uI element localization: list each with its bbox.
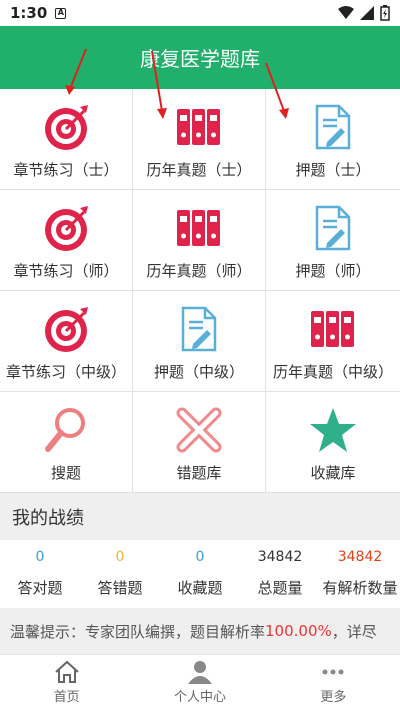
stat-label: 答对题 <box>17 578 63 597</box>
stat-label: 总题量 <box>257 578 303 597</box>
target-icon <box>42 305 90 353</box>
stat-value: 34842 <box>257 548 303 565</box>
tile-label: 历年真题（师） <box>146 262 252 280</box>
stats-section-title: 我的战绩 <box>0 493 400 540</box>
target-icon <box>42 103 90 151</box>
tip-banner: 温馨提示：专家团队编撰，题目解析率 100.00% ，详尽 <box>0 608 400 654</box>
notification-icon: A <box>55 7 67 19</box>
tile-chapter-practice-shi2[interactable]: 章节练习（师） <box>0 190 133 291</box>
feature-grid: 章节练习（士） 历年真题（士） 押题（士） 章节练习（师） 历年真题（师） 押题… <box>0 48 400 493</box>
tab-home[interactable]: 首页 <box>0 655 133 710</box>
stat-value: 0 <box>195 548 205 565</box>
tile-predicted-shi2[interactable]: 押题（师） <box>266 190 400 291</box>
tile-label: 章节练习（中级） <box>5 363 126 381</box>
tip-percent: 100.00% <box>265 622 332 640</box>
target-icon <box>42 204 90 252</box>
stat-label: 有解析数量 <box>322 578 398 597</box>
page-title: 康复医学题库 <box>140 47 260 71</box>
tile-label: 历年真题（士） <box>146 161 252 179</box>
stats-title-text: 我的战绩 <box>12 507 84 529</box>
tile-chapter-practice-intermediate[interactable]: 章节练习（中级） <box>0 291 133 392</box>
star-icon <box>309 406 357 454</box>
tip-prefix: 温馨提示：专家团队编撰，题目解析率 <box>10 622 266 641</box>
battery-icon <box>380 5 390 21</box>
stat-total[interactable]: 34842 总题量 <box>240 540 320 606</box>
tab-label: 首页 <box>53 690 80 705</box>
tile-wrong-questions[interactable]: 错题库 <box>133 392 266 493</box>
tile-label: 错题库 <box>176 464 222 482</box>
binders-icon <box>176 204 222 252</box>
home-icon <box>54 660 79 683</box>
stat-value: 0 <box>35 548 45 565</box>
document-icon <box>315 204 351 252</box>
document-icon <box>315 103 351 151</box>
stat-wrong[interactable]: 0 答错题 <box>80 540 160 606</box>
tab-profile[interactable]: 个人中心 <box>133 655 266 710</box>
tile-chapter-practice-shi[interactable]: 章节练习（士） <box>0 89 133 190</box>
signal-icon <box>360 6 374 20</box>
search-icon <box>44 406 88 454</box>
tile-label: 历年真题（中级） <box>272 363 393 381</box>
stat-label: 答错题 <box>97 578 143 597</box>
tile-label: 章节练习（师） <box>13 262 119 280</box>
binders-icon <box>310 305 356 353</box>
stat-correct[interactable]: 0 答对题 <box>0 540 80 606</box>
tile-label: 押题（中级） <box>153 363 244 381</box>
tab-label: 更多 <box>320 690 347 705</box>
tile-search[interactable]: 搜题 <box>0 392 133 493</box>
tile-past-exams-intermediate[interactable]: 历年真题（中级） <box>266 291 400 392</box>
tile-favorites[interactable]: 收藏库 <box>266 392 400 493</box>
stat-value: 34842 <box>337 548 383 565</box>
more-icon <box>322 669 344 675</box>
binders-icon <box>176 103 222 151</box>
app-header: 康复医学题库 <box>0 26 400 89</box>
tile-past-exams-shi2[interactable]: 历年真题（师） <box>133 190 266 291</box>
stat-value: 0 <box>115 548 125 565</box>
tile-label: 搜题 <box>50 464 81 482</box>
tile-predicted-shi[interactable]: 押题（士） <box>266 89 400 190</box>
bottom-tab-bar: 首页 个人中心 更多 <box>0 654 400 710</box>
stat-favorited[interactable]: 0 收藏题 <box>160 540 240 606</box>
stats-row: 0 答对题 0 答错题 0 收藏题 34842 总题量 34842 有解析数量 <box>0 540 400 606</box>
tile-label: 押题（师） <box>295 262 371 280</box>
status-bar: 1:30 A <box>0 0 400 26</box>
tile-label: 章节练习（士） <box>13 161 119 179</box>
tip-suffix: ，详尽 <box>331 622 377 641</box>
tile-past-exams-shi[interactable]: 历年真题（士） <box>133 89 266 190</box>
stat-label: 收藏题 <box>177 578 223 597</box>
tab-label: 个人中心 <box>173 690 226 705</box>
stat-with-explanation[interactable]: 34842 有解析数量 <box>320 540 400 606</box>
wifi-icon <box>338 6 354 19</box>
cross-icon <box>176 406 222 454</box>
tile-label: 押题（士） <box>295 161 371 179</box>
document-icon <box>181 305 217 353</box>
person-icon <box>187 661 212 684</box>
tab-more[interactable]: 更多 <box>267 655 400 710</box>
tile-label: 收藏库 <box>310 464 356 482</box>
status-time: 1:30 <box>10 4 48 22</box>
tile-predicted-intermediate[interactable]: 押题（中级） <box>133 291 266 392</box>
